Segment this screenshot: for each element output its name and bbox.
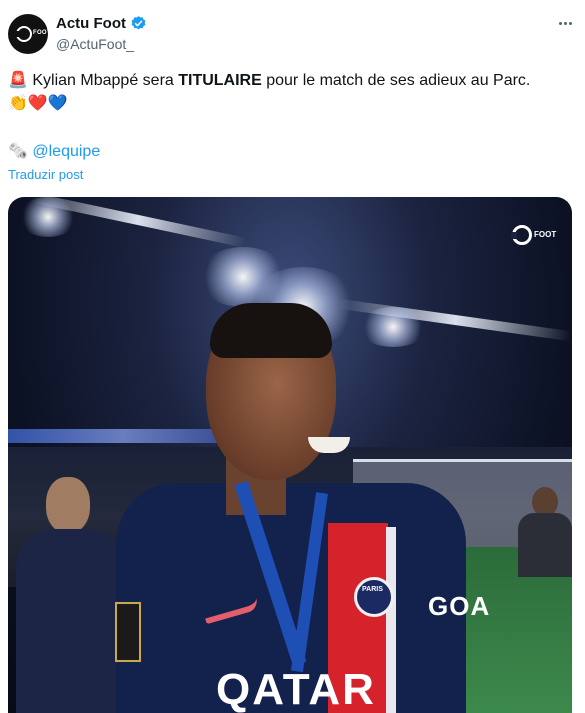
newspaper-emoji-icon: 🗞️ bbox=[8, 143, 28, 160]
jersey-sponsor: QATAR bbox=[216, 665, 376, 713]
author-display-name[interactable]: Actu Foot bbox=[56, 15, 126, 32]
hair bbox=[210, 303, 332, 358]
tweet-text-line-1: 🚨 Kylian Mbappé sera TITULAIRE pour le m… bbox=[8, 70, 530, 92]
watermark-text: FOOT bbox=[534, 230, 557, 239]
tweet-text-line-2: 👏❤️💙 bbox=[8, 93, 68, 115]
tweet-photo[interactable]: PARIS GOA QATAR FOOT bbox=[8, 197, 572, 713]
avatar-logo-text: FOOT bbox=[33, 30, 51, 36]
avatar-logo-icon bbox=[15, 26, 32, 42]
author-avatar[interactable]: FOOT bbox=[8, 14, 51, 54]
crest-text: PARIS bbox=[362, 586, 383, 593]
tweet-text-line-3: 🗞️ @lequipe bbox=[8, 141, 100, 163]
clap-heart-emoji-icons: 👏❤️💙 bbox=[8, 95, 68, 112]
translate-post-link[interactable]: Traduzir post bbox=[8, 167, 83, 182]
player-figure: PARIS GOA QATAR bbox=[116, 303, 489, 713]
club-crest-icon: PARIS bbox=[354, 577, 394, 617]
watermark-logo-icon bbox=[511, 225, 532, 245]
author-handle[interactable]: @ActuFoot_ bbox=[56, 36, 134, 52]
police-light-emoji-icon: 🚨 bbox=[8, 72, 28, 89]
verified-badge-icon bbox=[131, 16, 146, 30]
tweet-text-segment: pour le match de ses adieux au Parc. bbox=[261, 72, 531, 90]
mention-link[interactable]: @lequipe bbox=[32, 143, 100, 160]
stadium-light-glow bbox=[18, 197, 78, 237]
jersey-side-text: GOA bbox=[428, 591, 491, 621]
tweet-text-segment: Kylian Mbappé sera bbox=[32, 72, 179, 90]
background-person bbox=[16, 477, 126, 713]
tweet-text-bold: TITULAIRE bbox=[178, 72, 262, 90]
watermark-logo: FOOT bbox=[511, 223, 557, 247]
tweet-header: FOOT Actu Foot @ActuFoot_ bbox=[8, 12, 578, 56]
camera-operator bbox=[518, 487, 572, 577]
more-options-icon[interactable] bbox=[554, 14, 576, 32]
author-name-line: Actu Foot bbox=[56, 15, 147, 32]
trophy-patch-icon bbox=[115, 602, 141, 662]
jersey-stripe-white bbox=[386, 527, 396, 713]
